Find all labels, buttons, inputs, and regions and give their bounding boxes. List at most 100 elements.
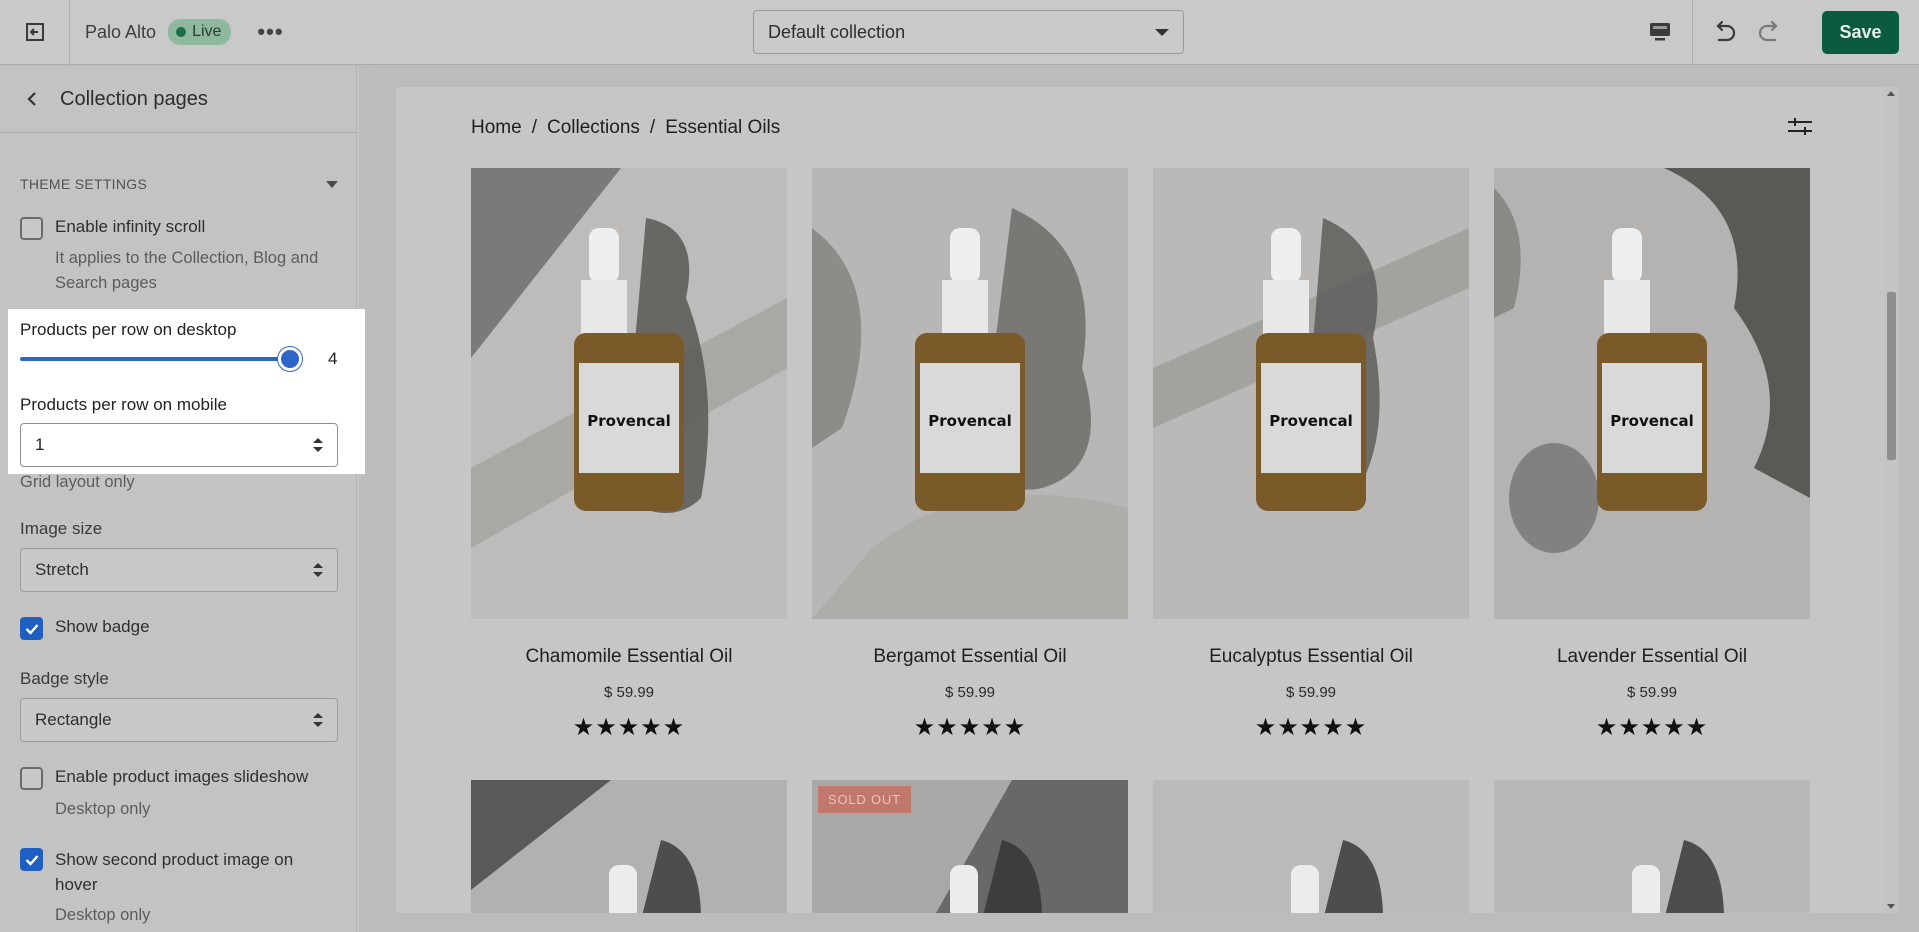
bottle-brand-label: Provencal — [1610, 412, 1693, 430]
product-image[interactable]: SOLD OUT — [812, 780, 1128, 913]
breadcrumb-home[interactable]: Home — [471, 117, 522, 139]
top-bar: Palo Alto Live ••• Default collection Sa… — [0, 0, 1919, 65]
product-image[interactable]: Provencal — [1494, 168, 1810, 619]
badge-style-select[interactable]: Rectangle — [20, 698, 338, 742]
redo-icon — [1758, 20, 1778, 42]
desktop-per-row-label: Products per row on desktop — [20, 320, 237, 339]
chevron-left-icon — [27, 92, 36, 106]
infinity-scroll-label: Enable infinity scroll — [55, 217, 206, 236]
product-price: $ 59.99 — [1285, 684, 1337, 701]
filter-icon[interactable] — [1786, 115, 1814, 139]
product-price: $ 59.99 — [1626, 684, 1678, 701]
product-name[interactable]: Bergamot Essential Oil — [812, 646, 1128, 668]
badge-style-label: Badge style — [20, 669, 109, 688]
show-badge-option[interactable]: Show badge — [20, 617, 150, 640]
product-price: $ 59.99 — [603, 684, 655, 701]
image-size-label: Image size — [20, 519, 103, 538]
breadcrumb-collections[interactable]: Collections — [547, 117, 640, 139]
exit-icon — [25, 23, 44, 41]
desktop-per-row-slider-thumb[interactable] — [278, 347, 302, 371]
store-preview[interactable]: Home / Collections / Essential Oils Prov… — [396, 87, 1884, 913]
infinity-scroll-help: It applies to the Collection, Blog and S… — [55, 249, 319, 292]
redo-button[interactable] — [1752, 14, 1788, 50]
desktop-per-row-slider[interactable] — [20, 357, 300, 361]
desktop-per-row-value: 4 — [328, 349, 338, 368]
slideshow-help: Desktop only — [55, 800, 151, 818]
undo-icon — [1716, 20, 1736, 42]
image-size-select[interactable]: Stretch — [20, 548, 338, 592]
bottle-brand-label: Provencal — [587, 412, 670, 430]
badge-style-value: Rectangle — [35, 710, 112, 729]
product-name[interactable]: Lavender Essential Oil — [1494, 646, 1810, 668]
rating-stars-icon: ★★★★★ — [913, 713, 1027, 741]
infinity-scroll-option[interactable]: Enable infinity scroll — [20, 217, 205, 240]
second-image-option[interactable]: Show second product image on hover — [20, 847, 320, 897]
preview-scroll-thumb[interactable] — [1887, 292, 1896, 460]
mobile-per-row-value: 1 — [35, 435, 45, 454]
checkmark-icon — [25, 854, 38, 866]
chevron-down-icon — [1155, 28, 1169, 36]
checkmark-icon — [25, 623, 38, 635]
breadcrumb: Home / Collections / Essential Oils — [471, 117, 780, 139]
rating-stars-icon: ★★★★★ — [1254, 713, 1368, 741]
exit-button[interactable] — [0, 0, 70, 65]
product-image[interactable]: Provencal — [1153, 168, 1469, 619]
bottle-brand-label: Provencal — [928, 412, 1011, 430]
product-price: $ 59.99 — [944, 684, 996, 701]
preview-scrollbar[interactable] — [1884, 87, 1898, 913]
breadcrumb-separator: / — [531, 117, 537, 138]
product-image[interactable]: Provencal — [812, 168, 1128, 619]
image-size-value: Stretch — [35, 560, 89, 579]
select-arrows-icon — [313, 713, 323, 727]
desktop-icon — [1650, 23, 1670, 41]
breadcrumb-separator: / — [649, 117, 656, 138]
show-badge-checkbox[interactable] — [20, 617, 43, 640]
chevron-down-icon — [326, 180, 338, 188]
scroll-up-icon[interactable] — [1887, 91, 1895, 96]
second-image-label: Show second product image on hover — [55, 850, 294, 894]
product-image[interactable] — [1494, 780, 1810, 913]
rating-stars-icon: ★★★★★ — [572, 713, 686, 741]
slideshow-option[interactable]: Enable product images slideshow — [20, 767, 308, 790]
sold-out-badge: SOLD OUT — [818, 786, 911, 813]
infinity-scroll-checkbox[interactable] — [20, 217, 43, 240]
sidebar-header: Collection pages — [0, 66, 359, 133]
slideshow-checkbox[interactable] — [20, 767, 43, 790]
product-image[interactable]: Provencal — [471, 168, 787, 619]
product-image[interactable] — [1153, 780, 1469, 913]
per-row-settings-panel: Products per row on desktop 4 Products p… — [8, 309, 365, 474]
second-image-help: Desktop only — [55, 906, 151, 924]
mobile-per-row-help: Grid layout only — [20, 473, 135, 491]
settings-sidebar: Collection pages THEME SETTINGS Enable i… — [0, 66, 359, 932]
live-dot-icon — [176, 27, 187, 37]
store-name: Palo Alto — [85, 21, 157, 42]
collection-select-value: Default collection — [768, 21, 906, 42]
more-actions-button[interactable]: ••• — [257, 19, 283, 45]
section-title: THEME SETTINGS — [20, 176, 148, 192]
slideshow-label: Enable product images slideshow — [55, 767, 309, 786]
toolbar-divider — [1692, 0, 1693, 65]
product-image[interactable] — [471, 780, 787, 913]
collection-select[interactable]: Default collection — [753, 10, 1184, 54]
theme-settings-section[interactable]: THEME SETTINGS — [20, 176, 338, 192]
product-name[interactable]: Eucalyptus Essential Oil — [1153, 646, 1469, 668]
mobile-per-row-select[interactable]: 1 — [20, 423, 338, 467]
back-button[interactable] — [22, 89, 42, 109]
live-status-badge: Live — [168, 19, 232, 45]
select-arrows-icon — [313, 438, 323, 452]
product-name[interactable]: Chamomile Essential Oil — [471, 646, 787, 668]
sidebar-scrollbar[interactable] — [356, 66, 359, 932]
bottle-brand-label: Provencal — [1269, 412, 1352, 430]
desktop-view-button[interactable] — [1640, 14, 1680, 50]
scroll-down-icon[interactable] — [1887, 904, 1895, 909]
save-button[interactable]: Save — [1822, 11, 1899, 54]
select-arrows-icon — [313, 563, 323, 577]
breadcrumb-current: Essential Oils — [665, 117, 781, 138]
sidebar-title: Collection pages — [60, 87, 208, 110]
mobile-per-row-label: Products per row on mobile — [20, 395, 227, 414]
undo-button[interactable] — [1706, 14, 1742, 50]
second-image-checkbox[interactable] — [20, 848, 43, 871]
rating-stars-icon: ★★★★★ — [1595, 713, 1709, 741]
show-badge-label: Show badge — [55, 617, 150, 636]
live-badge-label: Live — [192, 23, 222, 40]
